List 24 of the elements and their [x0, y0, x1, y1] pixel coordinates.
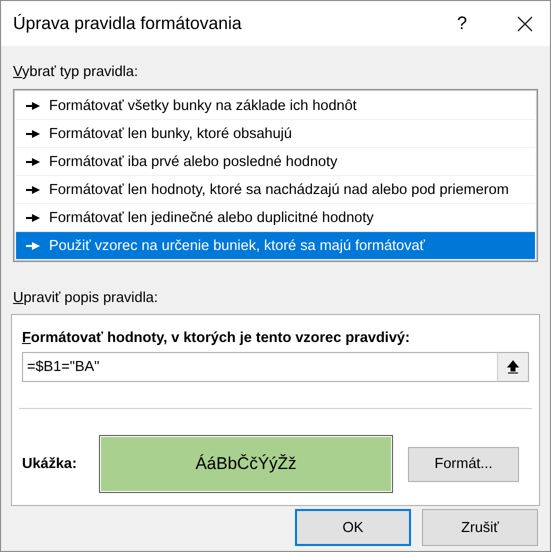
format-button[interactable]: Formát... [408, 446, 519, 482]
arrow-icon [26, 158, 40, 166]
format-preview: ÁáBbČčÝýŽž [100, 436, 392, 492]
formula-field[interactable]: =$B1="BA" [22, 352, 497, 382]
cancel-button[interactable]: Zrušiť [422, 509, 538, 546]
close-icon[interactable] [517, 16, 533, 32]
rule-type-item[interactable]: Formátovať len bunky, ktoré obsahujú [16, 120, 535, 148]
collapse-dialog-icon[interactable] [497, 352, 529, 382]
preview-label: Ukážka: [22, 456, 78, 472]
rule-type-item[interactable]: Použiť vzorec na určenie buniek, ktoré sa majú formátovať [16, 232, 535, 260]
formula-label: Formátovať hodnoty, v ktorých je tento vzorec pravdivý: [22, 330, 411, 346]
rule-type-item[interactable]: Formátovať iba prvé alebo posledné hodnoty [16, 148, 535, 176]
arrow-icon [26, 214, 40, 222]
arrow-icon [26, 242, 40, 250]
arrow-icon [26, 102, 40, 110]
rule-type-label: Vybrať typ pravidla: [13, 63, 139, 81]
arrow-icon [26, 130, 40, 138]
help-button[interactable]: ? [447, 13, 477, 34]
rule-type-item[interactable]: Formátovať len hodnoty, ktoré sa nachádzajú nad alebo pod priemerom [16, 176, 535, 204]
rule-description-label: Upraviť popis pravidla: [13, 289, 159, 307]
ok-button[interactable]: OK [295, 509, 411, 546]
arrow-icon [26, 186, 40, 194]
window-title: Úprava pravidla formátovania [13, 13, 243, 34]
rule-type-item[interactable]: Formátovať všetky bunky na základe ich hodnôt [16, 92, 535, 120]
